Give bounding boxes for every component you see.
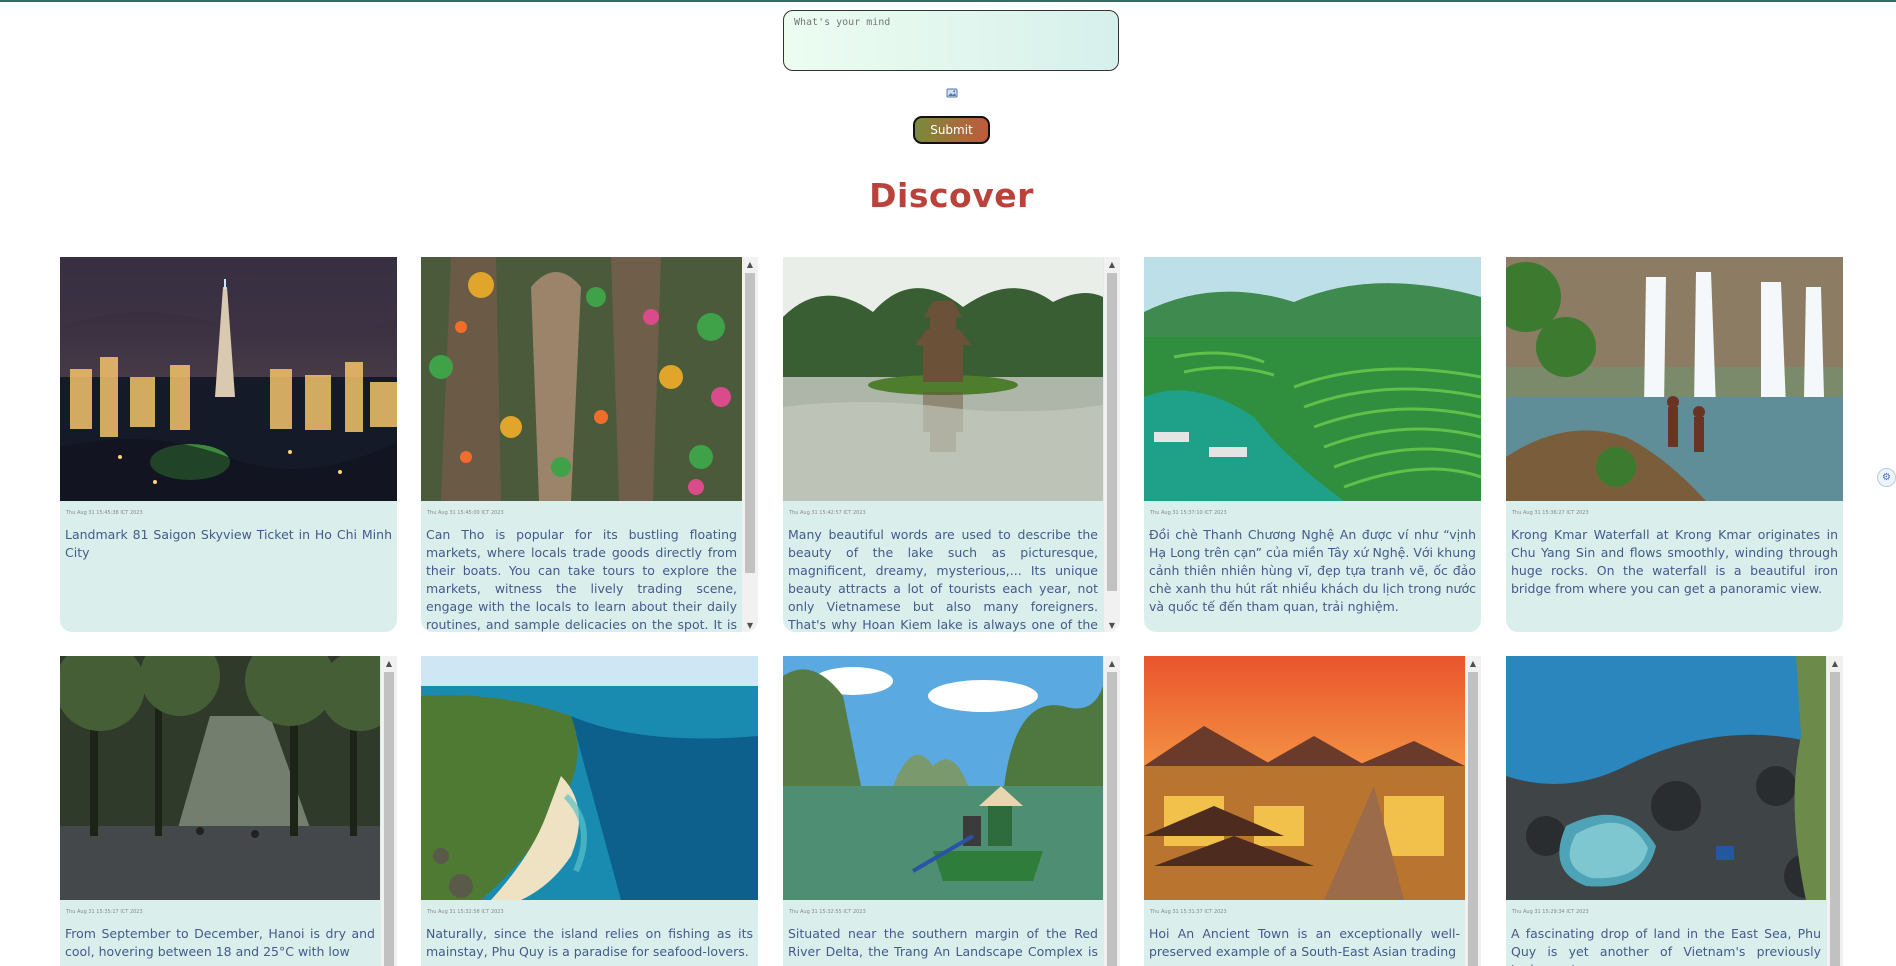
post-image — [1144, 656, 1465, 900]
post-image — [421, 257, 742, 501]
card-scrollbar[interactable]: ▲ — [381, 656, 397, 966]
post-image — [783, 656, 1103, 900]
post-description: Naturally, since the island relies on fi… — [426, 926, 753, 959]
post-description: Hoi An Ancient Town is an exceptionally … — [1149, 926, 1460, 959]
post-card: Thu Aug 31 15:31:37 ICT 2023 Hoi An Anci… — [1144, 656, 1481, 966]
accessibility-icon[interactable]: ⚙ — [1877, 468, 1896, 487]
post-description: A fascinating drop of land in the East S… — [1511, 926, 1821, 966]
post-image — [1506, 257, 1843, 501]
post-composer — [783, 10, 1119, 71]
scroll-thumb[interactable] — [1468, 672, 1478, 966]
scroll-thumb[interactable] — [1107, 273, 1117, 591]
post-image — [60, 656, 380, 900]
card-scrollbar[interactable]: ▲ — [1827, 656, 1843, 966]
post-description: Đồi chè Thanh Chương Nghệ An được ví như… — [1149, 527, 1476, 614]
post-description: Situated near the southern margin of the… — [788, 926, 1098, 966]
card-scrollbar[interactable]: ▲ ▼ — [1104, 257, 1120, 632]
submit-button[interactable]: Submit — [913, 116, 990, 144]
scroll-up-icon[interactable]: ▲ — [1827, 656, 1843, 670]
post-card: Thu Aug 31 15:37:10 ICT 2023 Đồi chè Tha… — [1144, 257, 1481, 632]
scroll-thumb[interactable] — [1107, 672, 1117, 966]
post-image — [421, 656, 758, 900]
scroll-down-icon[interactable]: ▼ — [1104, 618, 1120, 632]
post-description: Can Tho is popular for its bustling floa… — [426, 527, 737, 632]
scroll-up-icon[interactable]: ▲ — [1104, 656, 1120, 670]
post-card: Thu Aug 31 15:45:00 ICT 2023 Can Tho is … — [421, 257, 758, 632]
card-scrollbar[interactable]: ▲ — [1104, 656, 1120, 966]
scroll-up-icon[interactable]: ▲ — [1465, 656, 1481, 670]
post-input[interactable] — [783, 10, 1119, 71]
scroll-thumb[interactable] — [745, 273, 755, 573]
scroll-up-icon[interactable]: ▲ — [742, 257, 758, 271]
post-date: Thu Aug 31 15:42:57 ICT 2023 — [789, 510, 866, 516]
section-title: Discover — [869, 176, 1034, 215]
post-date: Thu Aug 31 15:32:55 ICT 2023 — [789, 909, 866, 915]
post-image — [60, 257, 397, 501]
scroll-thumb[interactable] — [384, 672, 394, 966]
post-card: Thu Aug 31 15:36:27 ICT 2023 Krong Kmar … — [1506, 257, 1843, 632]
post-description: Many beautiful words are used to describ… — [788, 527, 1098, 632]
post-card: Thu Aug 31 15:45:38 ICT 2023 Landmark 81… — [60, 257, 397, 632]
post-card: Thu Aug 31 15:35:17 ICT 2023 From Septem… — [60, 656, 397, 966]
scroll-thumb[interactable] — [1830, 672, 1840, 966]
post-description: Landmark 81 Saigon Skyview Ticket in Ho … — [65, 527, 392, 560]
image-icon[interactable] — [946, 87, 958, 99]
post-image — [1506, 656, 1826, 900]
post-card: Thu Aug 31 15:29:34 ICT 2023 A fascinati… — [1506, 656, 1843, 966]
post-description: From September to December, Hanoi is dry… — [65, 926, 375, 959]
scroll-down-icon[interactable]: ▼ — [742, 618, 758, 632]
post-date: Thu Aug 31 15:45:00 ICT 2023 — [427, 510, 504, 516]
post-description: Krong Kmar Waterfall at Krong Kmar origi… — [1511, 527, 1838, 596]
card-scrollbar[interactable]: ▲ — [1465, 656, 1481, 966]
post-date: Thu Aug 31 15:37:10 ICT 2023 — [1150, 510, 1227, 516]
post-date: Thu Aug 31 15:31:37 ICT 2023 — [1150, 909, 1227, 915]
post-date: Thu Aug 31 15:45:38 ICT 2023 — [66, 510, 143, 516]
scroll-up-icon[interactable]: ▲ — [1104, 257, 1120, 271]
post-date: Thu Aug 31 15:35:17 ICT 2023 — [66, 909, 143, 915]
post-card: Thu Aug 31 15:32:58 ICT 2023 Naturally, … — [421, 656, 758, 966]
scroll-up-icon[interactable]: ▲ — [381, 656, 397, 670]
post-date: Thu Aug 31 15:29:34 ICT 2023 — [1512, 909, 1589, 915]
post-date: Thu Aug 31 15:36:27 ICT 2023 — [1512, 510, 1589, 516]
post-image — [783, 257, 1103, 501]
post-card: Thu Aug 31 15:42:57 ICT 2023 Many beauti… — [783, 257, 1120, 632]
card-scrollbar[interactable]: ▲ ▼ — [742, 257, 758, 632]
post-image — [1144, 257, 1481, 501]
top-border — [0, 0, 1896, 2]
post-card: Thu Aug 31 15:32:55 ICT 2023 Situated ne… — [783, 656, 1120, 966]
post-date: Thu Aug 31 15:32:58 ICT 2023 — [427, 909, 504, 915]
